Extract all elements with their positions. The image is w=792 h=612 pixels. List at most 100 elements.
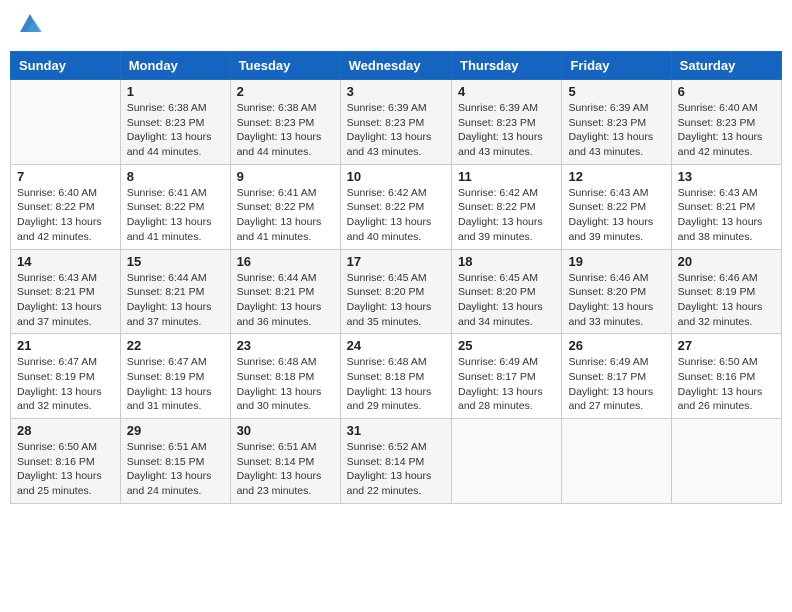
calendar-week-1: 1 Sunrise: 6:38 AMSunset: 8:23 PMDaylight… — [11, 80, 782, 165]
day-number: 23 — [237, 338, 334, 353]
day-number: 15 — [127, 254, 224, 269]
day-info: Sunrise: 6:47 AMSunset: 8:19 PMDaylight:… — [127, 355, 224, 414]
day-number: 1 — [127, 84, 224, 99]
day-number: 29 — [127, 423, 224, 438]
day-number: 31 — [347, 423, 445, 438]
column-header-tuesday: Tuesday — [230, 52, 340, 80]
day-number: 12 — [568, 169, 664, 184]
calendar-cell: 2 Sunrise: 6:38 AMSunset: 8:23 PMDaylight… — [230, 80, 340, 165]
day-number: 5 — [568, 84, 664, 99]
logo-text — [14, 10, 44, 43]
day-number: 11 — [458, 169, 555, 184]
calendar-cell: 12 Sunrise: 6:43 AMSunset: 8:22 PMDayligh… — [562, 164, 671, 249]
calendar-week-3: 14Sunrise: 6:43 AMSunset: 8:21 PMDayligh… — [11, 249, 782, 334]
day-number: 8 — [127, 169, 224, 184]
day-info: Sunrise: 6:42 AMSunset: 8:22 PMDaylight:… — [458, 186, 555, 245]
day-number: 16 — [237, 254, 334, 269]
calendar-cell: 15 Sunrise: 6:44 AMSunset: 8:21 PMDayligh… — [120, 249, 230, 334]
day-info: Sunrise: 6:44 AMSunset: 8:21 PMDaylight:… — [127, 271, 224, 330]
calendar-cell: 1 Sunrise: 6:38 AMSunset: 8:23 PMDaylight… — [120, 80, 230, 165]
column-header-friday: Friday — [562, 52, 671, 80]
day-info: Sunrise: 6:40 AMSunset: 8:23 PMDaylight:… — [678, 101, 775, 160]
day-info: Sunrise: 6:43 AMSunset: 8:21 PMDaylight:… — [678, 186, 775, 245]
column-header-monday: Monday — [120, 52, 230, 80]
calendar-cell: 21 Sunrise: 6:47 AMSunset: 8:19 PMDayligh… — [11, 334, 121, 419]
day-number: 2 — [237, 84, 334, 99]
calendar-cell: 20 Sunrise: 6:46 AMSunset: 8:19 PMDayligh… — [671, 249, 781, 334]
logo — [14, 10, 44, 43]
day-info: Sunrise: 6:51 AMSunset: 8:15 PMDaylight:… — [127, 440, 224, 499]
calendar-cell: 13 Sunrise: 6:43 AMSunset: 8:21 PMDayligh… — [671, 164, 781, 249]
calendar-cell: 14Sunrise: 6:43 AMSunset: 8:21 PMDayligh… — [11, 249, 121, 334]
day-info: Sunrise: 6:44 AMSunset: 8:21 PMDaylight:… — [237, 271, 334, 330]
day-number: 17 — [347, 254, 445, 269]
calendar-cell: 16 Sunrise: 6:44 AMSunset: 8:21 PMDayligh… — [230, 249, 340, 334]
column-header-saturday: Saturday — [671, 52, 781, 80]
day-number: 26 — [568, 338, 664, 353]
day-number: 14 — [17, 254, 114, 269]
logo-icon — [16, 10, 44, 38]
calendar-week-4: 21 Sunrise: 6:47 AMSunset: 8:19 PMDayligh… — [11, 334, 782, 419]
day-info: Sunrise: 6:50 AMSunset: 8:16 PMDaylight:… — [678, 355, 775, 414]
calendar-table: SundayMondayTuesdayWednesdayThursdayFrid… — [10, 51, 782, 504]
day-number: 30 — [237, 423, 334, 438]
calendar-cell — [671, 419, 781, 504]
calendar-cell: 31 Sunrise: 6:52 AMSunset: 8:14 PMDayligh… — [340, 419, 451, 504]
day-number: 18 — [458, 254, 555, 269]
day-info: Sunrise: 6:41 AMSunset: 8:22 PMDaylight:… — [127, 186, 224, 245]
day-info: Sunrise: 6:48 AMSunset: 8:18 PMDaylight:… — [237, 355, 334, 414]
day-info: Sunrise: 6:39 AMSunset: 8:23 PMDaylight:… — [347, 101, 445, 160]
day-number: 9 — [237, 169, 334, 184]
day-number: 24 — [347, 338, 445, 353]
calendar-cell: 22 Sunrise: 6:47 AMSunset: 8:19 PMDayligh… — [120, 334, 230, 419]
day-number: 28 — [17, 423, 114, 438]
day-info: Sunrise: 6:46 AMSunset: 8:20 PMDaylight:… — [568, 271, 664, 330]
calendar-cell — [452, 419, 562, 504]
day-info: Sunrise: 6:38 AMSunset: 8:23 PMDaylight:… — [127, 101, 224, 160]
day-number: 25 — [458, 338, 555, 353]
day-number: 20 — [678, 254, 775, 269]
day-info: Sunrise: 6:52 AMSunset: 8:14 PMDaylight:… — [347, 440, 445, 499]
calendar-cell: 18 Sunrise: 6:45 AMSunset: 8:20 PMDayligh… — [452, 249, 562, 334]
column-header-sunday: Sunday — [11, 52, 121, 80]
day-info: Sunrise: 6:45 AMSunset: 8:20 PMDaylight:… — [458, 271, 555, 330]
calendar-cell: 27Sunrise: 6:50 AMSunset: 8:16 PMDayligh… — [671, 334, 781, 419]
day-info: Sunrise: 6:40 AMSunset: 8:22 PMDaylight:… — [17, 186, 114, 245]
day-info: Sunrise: 6:39 AMSunset: 8:23 PMDaylight:… — [458, 101, 555, 160]
calendar-cell: 4Sunrise: 6:39 AMSunset: 8:23 PMDaylight… — [452, 80, 562, 165]
calendar-cell: 23 Sunrise: 6:48 AMSunset: 8:18 PMDayligh… — [230, 334, 340, 419]
day-number: 19 — [568, 254, 664, 269]
day-info: Sunrise: 6:46 AMSunset: 8:19 PMDaylight:… — [678, 271, 775, 330]
calendar-cell — [562, 419, 671, 504]
page-header — [10, 10, 782, 43]
day-info: Sunrise: 6:38 AMSunset: 8:23 PMDaylight:… — [237, 101, 334, 160]
calendar-week-2: 7 Sunrise: 6:40 AMSunset: 8:22 PMDaylight… — [11, 164, 782, 249]
calendar-cell — [11, 80, 121, 165]
calendar-cell: 10 Sunrise: 6:42 AMSunset: 8:22 PMDayligh… — [340, 164, 451, 249]
day-info: Sunrise: 6:48 AMSunset: 8:18 PMDaylight:… — [347, 355, 445, 414]
calendar-cell: 5 Sunrise: 6:39 AMSunset: 8:23 PMDaylight… — [562, 80, 671, 165]
calendar-cell: 28 Sunrise: 6:50 AMSunset: 8:16 PMDayligh… — [11, 419, 121, 504]
day-info: Sunrise: 6:51 AMSunset: 8:14 PMDaylight:… — [237, 440, 334, 499]
day-number: 7 — [17, 169, 114, 184]
day-info: Sunrise: 6:50 AMSunset: 8:16 PMDaylight:… — [17, 440, 114, 499]
calendar-cell: 17 Sunrise: 6:45 AMSunset: 8:20 PMDayligh… — [340, 249, 451, 334]
calendar-cell: 19 Sunrise: 6:46 AMSunset: 8:20 PMDayligh… — [562, 249, 671, 334]
calendar-cell: 9 Sunrise: 6:41 AMSunset: 8:22 PMDaylight… — [230, 164, 340, 249]
calendar-cell: 7 Sunrise: 6:40 AMSunset: 8:22 PMDaylight… — [11, 164, 121, 249]
day-info: Sunrise: 6:49 AMSunset: 8:17 PMDaylight:… — [458, 355, 555, 414]
day-info: Sunrise: 6:41 AMSunset: 8:22 PMDaylight:… — [237, 186, 334, 245]
calendar-cell: 11 Sunrise: 6:42 AMSunset: 8:22 PMDayligh… — [452, 164, 562, 249]
day-number: 10 — [347, 169, 445, 184]
calendar-week-5: 28 Sunrise: 6:50 AMSunset: 8:16 PMDayligh… — [11, 419, 782, 504]
calendar-header-row: SundayMondayTuesdayWednesdayThursdayFrid… — [11, 52, 782, 80]
day-info: Sunrise: 6:43 AMSunset: 8:22 PMDaylight:… — [568, 186, 664, 245]
day-info: Sunrise: 6:39 AMSunset: 8:23 PMDaylight:… — [568, 101, 664, 160]
day-number: 13 — [678, 169, 775, 184]
day-info: Sunrise: 6:47 AMSunset: 8:19 PMDaylight:… — [17, 355, 114, 414]
day-info: Sunrise: 6:42 AMSunset: 8:22 PMDaylight:… — [347, 186, 445, 245]
day-number: 21 — [17, 338, 114, 353]
day-info: Sunrise: 6:45 AMSunset: 8:20 PMDaylight:… — [347, 271, 445, 330]
calendar-cell: 24 Sunrise: 6:48 AMSunset: 8:18 PMDayligh… — [340, 334, 451, 419]
day-number: 22 — [127, 338, 224, 353]
